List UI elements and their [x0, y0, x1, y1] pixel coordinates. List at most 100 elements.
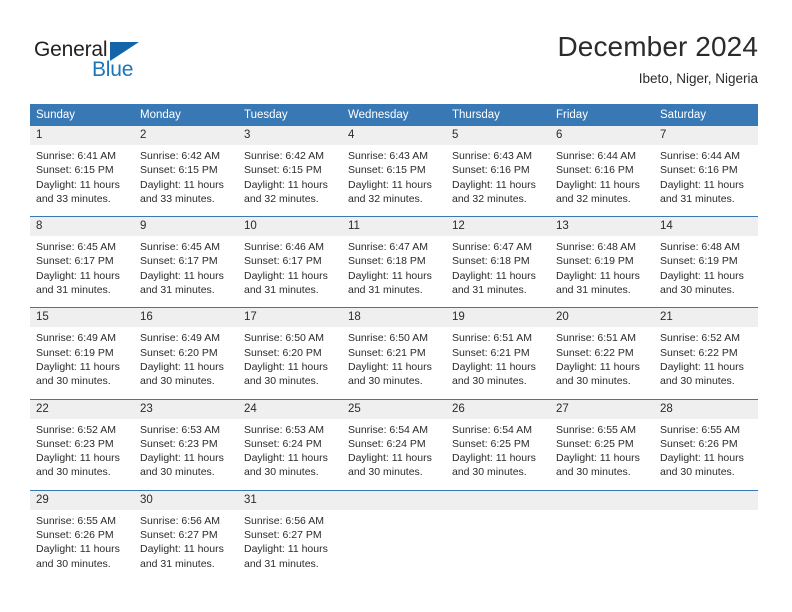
calendar-day-cell[interactable]: 1 Sunrise: 6:41 AM Sunset: 6:15 PM Dayli… [30, 126, 134, 217]
page-title: December 2024 [557, 31, 758, 62]
sunrise-text: Sunrise: 6:42 AM [244, 150, 324, 162]
day-info: Sunrise: 6:55 AM Sunset: 6:25 PM Dayligh… [550, 419, 654, 490]
calendar-day-cell[interactable]: 8 Sunrise: 6:45 AM Sunset: 6:17 PM Dayli… [30, 216, 134, 308]
sunrise-text: Sunrise: 6:51 AM [556, 332, 636, 345]
sunset-text: Sunset: 6:18 PM [348, 255, 426, 268]
day-info: Sunrise: 6:53 AM Sunset: 6:23 PM Dayligh… [134, 419, 238, 490]
weekday-header-saturday: Saturday [654, 104, 758, 126]
sunrise-text: Sunrise: 6:56 AM [140, 514, 220, 527]
day-number: 31 [238, 490, 342, 510]
sunrise-text: Sunrise: 6:42 AM [140, 150, 220, 162]
sunset-text: Sunset: 6:22 PM [660, 346, 738, 359]
sunset-text: Sunset: 6:20 PM [244, 346, 322, 359]
day-number: 1 [30, 126, 134, 145]
calendar-day-cell[interactable]: 26 Sunrise: 6:54 AM Sunset: 6:25 PM Dayl… [446, 398, 550, 491]
day-info: Sunrise: 6:43 AM Sunset: 6:15 PM Dayligh… [342, 145, 446, 216]
daylight-text-line1: Daylight: 11 hours [36, 269, 120, 282]
day-info: Sunrise: 6:50 AM Sunset: 6:20 PM Dayligh… [238, 327, 342, 398]
calendar-day-cell[interactable]: 31 Sunrise: 6:56 AM Sunset: 6:27 PM Dayl… [238, 489, 342, 581]
calendar-day-cell[interactable]: 2 Sunrise: 6:42 AM Sunset: 6:15 PM Dayli… [134, 126, 238, 217]
calendar-day-cell[interactable]: 10 Sunrise: 6:46 AM Sunset: 6:17 PM Dayl… [238, 216, 342, 308]
day-number: 26 [446, 399, 550, 419]
calendar-day-cell[interactable]: 7 Sunrise: 6:44 AM Sunset: 6:16 PM Dayli… [654, 126, 758, 217]
daylight-text-line2: and 32 minutes. [556, 192, 631, 205]
calendar-day-cell-empty [446, 489, 550, 581]
day-info: Sunrise: 6:53 AM Sunset: 6:24 PM Dayligh… [238, 419, 342, 490]
calendar-day-cell[interactable]: 16 Sunrise: 6:49 AM Sunset: 6:20 PM Dayl… [134, 307, 238, 400]
calendar-day-cell[interactable]: 19 Sunrise: 6:51 AM Sunset: 6:21 PM Dayl… [446, 307, 550, 400]
daylight-text-line2: and 30 minutes. [244, 375, 319, 388]
calendar-day-cell[interactable]: 3 Sunrise: 6:42 AM Sunset: 6:15 PM Dayli… [238, 126, 342, 217]
day-info: Sunrise: 6:54 AM Sunset: 6:24 PM Dayligh… [342, 419, 446, 490]
daylight-text-line1: Daylight: 11 hours [348, 452, 432, 465]
daylight-text-line2: and 30 minutes. [452, 466, 527, 479]
daylight-text-line2: and 31 minutes. [244, 557, 319, 570]
day-number [446, 490, 550, 510]
daylight-text-line1: Daylight: 11 hours [140, 269, 224, 282]
calendar-day-cell[interactable]: 25 Sunrise: 6:54 AM Sunset: 6:24 PM Dayl… [342, 398, 446, 491]
calendar-day-cell[interactable]: 4 Sunrise: 6:43 AM Sunset: 6:15 PM Dayli… [342, 126, 446, 217]
sunset-text: Sunset: 6:17 PM [244, 255, 322, 268]
calendar-day-cell[interactable]: 30 Sunrise: 6:56 AM Sunset: 6:27 PM Dayl… [134, 489, 238, 581]
calendar-day-cell[interactable]: 20 Sunrise: 6:51 AM Sunset: 6:22 PM Dayl… [550, 307, 654, 400]
calendar-day-cell[interactable]: 17 Sunrise: 6:50 AM Sunset: 6:20 PM Dayl… [238, 307, 342, 400]
daylight-text-line2: and 31 minutes. [244, 284, 319, 297]
calendar-day-cell[interactable]: 21 Sunrise: 6:52 AM Sunset: 6:22 PM Dayl… [654, 307, 758, 400]
daylight-text-line2: and 33 minutes. [36, 192, 111, 205]
daylight-text-line1: Daylight: 11 hours [36, 543, 120, 556]
calendar-day-cell[interactable]: 24 Sunrise: 6:53 AM Sunset: 6:24 PM Dayl… [238, 398, 342, 491]
calendar-day-cell[interactable]: 28 Sunrise: 6:55 AM Sunset: 6:26 PM Dayl… [654, 398, 758, 491]
daylight-text-line2: and 32 minutes. [452, 192, 527, 205]
calendar-day-cell[interactable]: 9 Sunrise: 6:45 AM Sunset: 6:17 PM Dayli… [134, 216, 238, 308]
sunrise-text: Sunrise: 6:50 AM [244, 332, 324, 345]
calendar-day-cell-empty [654, 489, 758, 581]
day-number: 2 [134, 126, 238, 145]
calendar-day-cell[interactable]: 13 Sunrise: 6:48 AM Sunset: 6:19 PM Dayl… [550, 216, 654, 308]
calendar-day-cell[interactable]: 23 Sunrise: 6:53 AM Sunset: 6:23 PM Dayl… [134, 398, 238, 491]
calendar-day-cell-empty [342, 489, 446, 581]
daylight-text-line1: Daylight: 11 hours [660, 178, 744, 191]
day-number: 10 [238, 217, 342, 237]
sunset-text: Sunset: 6:15 PM [244, 164, 322, 177]
day-number: 28 [654, 399, 758, 419]
daylight-text-line1: Daylight: 11 hours [140, 543, 224, 556]
day-info: Sunrise: 6:47 AM Sunset: 6:18 PM Dayligh… [342, 236, 446, 307]
calendar-day-cell[interactable]: 18 Sunrise: 6:50 AM Sunset: 6:21 PM Dayl… [342, 307, 446, 400]
calendar-day-cell[interactable]: 29 Sunrise: 6:55 AM Sunset: 6:26 PM Dayl… [30, 489, 134, 581]
daylight-text-line1: Daylight: 11 hours [36, 178, 120, 191]
calendar-day-cell[interactable]: 22 Sunrise: 6:52 AM Sunset: 6:23 PM Dayl… [30, 398, 134, 491]
weekday-header-thursday: Thursday [446, 104, 550, 126]
day-info: Sunrise: 6:52 AM Sunset: 6:23 PM Dayligh… [30, 419, 134, 490]
daylight-text-line2: and 30 minutes. [556, 466, 631, 479]
daylight-text-line1: Daylight: 11 hours [348, 360, 432, 373]
day-number: 7 [654, 126, 758, 145]
calendar-day-cell[interactable]: 14 Sunrise: 6:48 AM Sunset: 6:19 PM Dayl… [654, 216, 758, 308]
sunset-text: Sunset: 6:15 PM [348, 164, 426, 177]
daylight-text-line1: Daylight: 11 hours [660, 269, 744, 282]
calendar-week-row: 22 Sunrise: 6:52 AM Sunset: 6:23 PM Dayl… [30, 398, 758, 491]
day-number [550, 490, 654, 510]
sunrise-text: Sunrise: 6:46 AM [244, 241, 324, 254]
calendar-day-cell[interactable]: 27 Sunrise: 6:55 AM Sunset: 6:25 PM Dayl… [550, 398, 654, 491]
daylight-text-line1: Daylight: 11 hours [348, 269, 432, 282]
daylight-text-line2: and 31 minutes. [140, 284, 215, 297]
calendar-day-cell[interactable]: 15 Sunrise: 6:49 AM Sunset: 6:19 PM Dayl… [30, 307, 134, 400]
calendar-day-cell[interactable]: 5 Sunrise: 6:43 AM Sunset: 6:16 PM Dayli… [446, 126, 550, 217]
daylight-text-line1: Daylight: 11 hours [244, 269, 328, 282]
generalblue-logo: General Blue [34, 38, 164, 81]
calendar-week-row: 1 Sunrise: 6:41 AM Sunset: 6:15 PM Dayli… [30, 126, 758, 217]
calendar-day-cell[interactable]: 11 Sunrise: 6:47 AM Sunset: 6:18 PM Dayl… [342, 216, 446, 308]
daylight-text-line2: and 31 minutes. [556, 284, 631, 297]
weekday-header-tuesday: Tuesday [238, 104, 342, 126]
sunset-text: Sunset: 6:16 PM [660, 164, 738, 177]
day-info: Sunrise: 6:56 AM Sunset: 6:27 PM Dayligh… [238, 510, 342, 581]
calendar-day-cell[interactable]: 12 Sunrise: 6:47 AM Sunset: 6:18 PM Dayl… [446, 216, 550, 308]
day-info: Sunrise: 6:48 AM Sunset: 6:19 PM Dayligh… [654, 236, 758, 307]
sunset-text: Sunset: 6:27 PM [140, 529, 218, 542]
calendar-week-row: 29 Sunrise: 6:55 AM Sunset: 6:26 PM Dayl… [30, 489, 758, 581]
daylight-text-line1: Daylight: 11 hours [556, 360, 640, 373]
daylight-text-line1: Daylight: 11 hours [556, 178, 640, 191]
sunrise-text: Sunrise: 6:48 AM [660, 241, 740, 254]
calendar-day-cell[interactable]: 6 Sunrise: 6:44 AM Sunset: 6:16 PM Dayli… [550, 126, 654, 217]
daylight-text-line2: and 31 minutes. [140, 557, 215, 570]
